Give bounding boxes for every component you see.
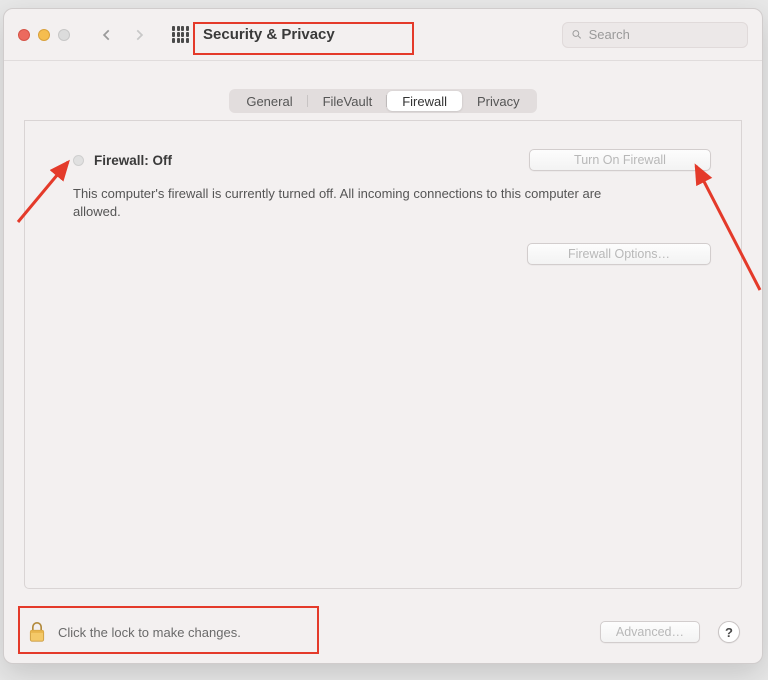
- tab-general[interactable]: General: [231, 91, 307, 111]
- firewall-panel: Firewall: Off Turn On Firewall This comp…: [24, 121, 742, 589]
- firewall-status-label: Firewall: Off: [94, 153, 172, 168]
- preferences-window: Security & Privacy General FileVault Fir…: [3, 8, 763, 664]
- search-field[interactable]: [562, 22, 748, 48]
- window-controls: [18, 29, 70, 41]
- minimize-window-button[interactable]: [38, 29, 50, 41]
- search-icon: [571, 28, 583, 41]
- page-title: Security & Privacy: [203, 26, 335, 43]
- firewall-status-indicator-icon: [73, 155, 84, 166]
- tab-bar: General FileVault Firewall Privacy: [229, 89, 536, 113]
- close-window-button[interactable]: [18, 29, 30, 41]
- title-area: Security & Privacy: [164, 26, 343, 43]
- forward-button[interactable]: [126, 22, 152, 48]
- lock-instruction-text: Click the lock to make changes.: [58, 625, 241, 640]
- zoom-window-button[interactable]: [58, 29, 70, 41]
- show-all-icon[interactable]: [172, 26, 189, 43]
- tab-privacy[interactable]: Privacy: [462, 91, 535, 111]
- firewall-description: This computer's firewall is currently tu…: [73, 185, 613, 221]
- firewall-options-button[interactable]: Firewall Options…: [527, 243, 711, 265]
- toolbar: Security & Privacy: [4, 9, 762, 61]
- tab-firewall[interactable]: Firewall: [387, 91, 462, 111]
- search-input[interactable]: [589, 27, 739, 42]
- footer-bar: Click the lock to make changes. Advanced…: [4, 607, 762, 663]
- turn-on-firewall-button[interactable]: Turn On Firewall: [529, 149, 711, 171]
- back-button[interactable]: [94, 22, 120, 48]
- help-button[interactable]: ?: [718, 621, 740, 643]
- lock-icon[interactable]: [26, 621, 48, 643]
- advanced-button[interactable]: Advanced…: [600, 621, 700, 643]
- tabs-row: General FileVault Firewall Privacy: [4, 61, 762, 121]
- tab-filevault[interactable]: FileVault: [308, 91, 388, 111]
